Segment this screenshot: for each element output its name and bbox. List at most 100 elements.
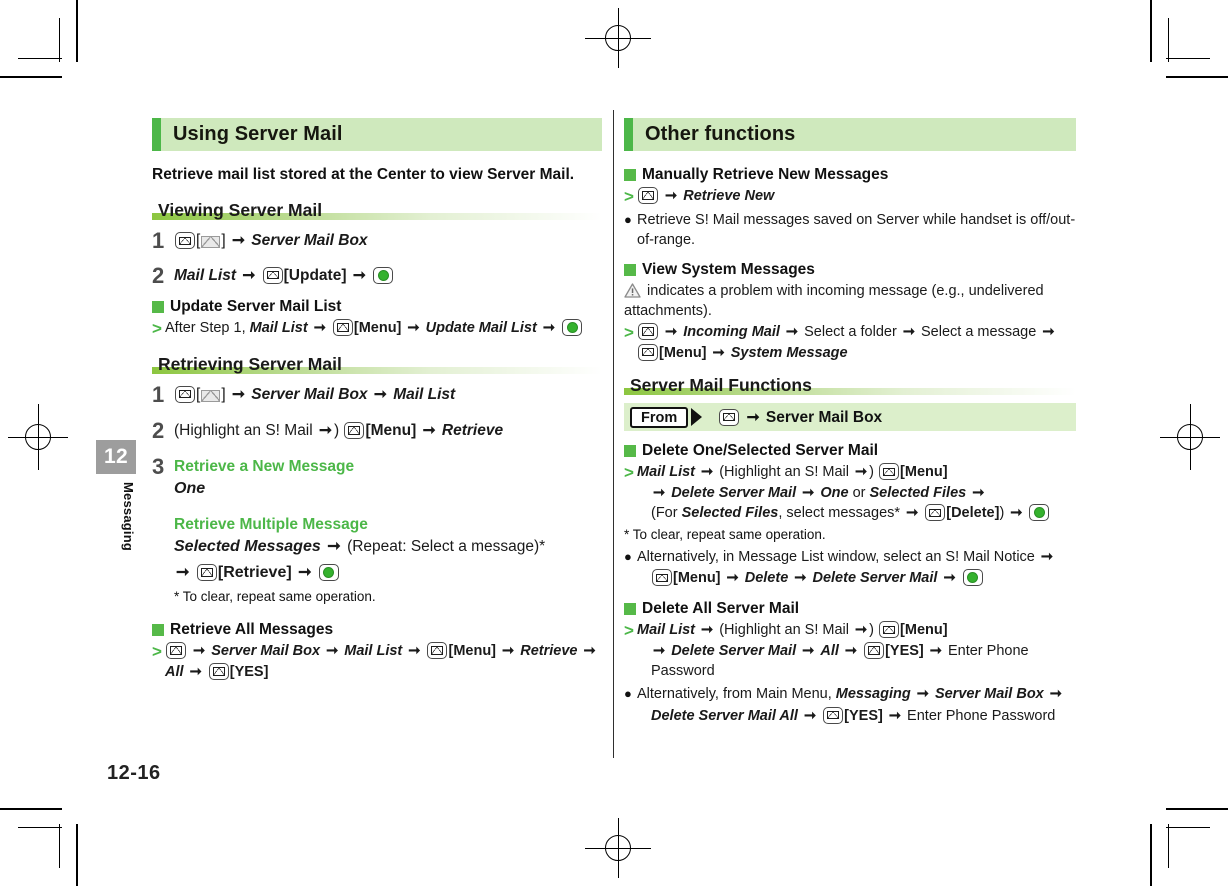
mail-key-icon (196, 564, 217, 581)
step-2-retrieving: 2 (Highlight an S! Mail ➞) [Menu] ➞ Retr… (152, 418, 602, 443)
arrow-icon: ➞ (352, 266, 366, 284)
op-arrow-marker: > (152, 319, 162, 339)
op-line-body: ➞ Retrieve New (637, 186, 1076, 207)
arrow-icon: ➞ (231, 232, 245, 250)
step3-footnote: * To clear, repeat same operation. (174, 589, 376, 605)
green-square-bullet (624, 445, 636, 458)
step-number: 1 (152, 381, 165, 407)
lead-paragraph: Retrieve mail list stored at the Center … (152, 166, 575, 183)
option-b-title: Retrieve Multiple Message (174, 515, 368, 533)
mail-key-icon (823, 706, 844, 724)
softkey-label-menu: [Menu] (448, 643, 496, 660)
from-bar: From ➞ Server Mail Box (624, 403, 1076, 432)
section-banner-other-functions: Other functions (624, 118, 1076, 151)
banner-accent-bar (624, 118, 633, 151)
warning-triangle-icon (624, 283, 641, 298)
subhead-viewing-server-mail: Viewing Server Mail (152, 200, 602, 221)
from-pointer-icon (691, 408, 703, 427)
green-heading-view-system-messages: View System Messages (624, 260, 1076, 280)
chapter-name: Messaging (121, 481, 136, 551)
step-body: Mail List ➞ [Update] ➞ (174, 263, 602, 286)
green-heading-delete-all-server-mail: Delete All Server Mail (624, 599, 1076, 619)
mail-key-icon (166, 642, 186, 660)
op-line-system-message: > ➞ Incoming Mail ➞ Select a folder ➞ Se… (624, 322, 1076, 363)
banner-title: Other functions (645, 123, 796, 145)
op-line-body: After Step 1, Mail List ➞ [Menu] ➞ Updat… (165, 318, 602, 339)
system-message-note-text: indicates a problem with incoming messag… (624, 282, 1044, 320)
step-number: 1 (152, 228, 165, 254)
mail-key-icon (208, 662, 229, 680)
mail-key-icon (344, 421, 365, 439)
green-square-bullet (152, 623, 164, 636)
step-number: 2 (152, 417, 165, 443)
green-heading-delete-one-selected: Delete One/Selected Server Mail (624, 441, 1076, 461)
center-key-icon (1029, 504, 1050, 522)
green-heading-update-server-mail-list: Update Server Mail List (152, 297, 602, 317)
step-number: 3 (152, 454, 165, 480)
softkey-label-menu: [Menu] (900, 622, 948, 639)
mail-key-icon (925, 504, 946, 522)
mail-key-icon (332, 319, 353, 337)
op-arrow-marker: > (624, 621, 634, 641)
subhead-server-mail-functions: Server Mail Functions (624, 375, 1076, 396)
column-divider (613, 110, 614, 758)
softkey-label-yes: [YES] (844, 707, 883, 724)
banner-accent-bar (152, 118, 161, 151)
mail-key-icon (262, 266, 283, 284)
op-line-body: ➞ Server Mail Box ➞ Mail List ➞ [Menu] ➞… (165, 642, 596, 680)
bullet-cont: [Menu] ➞ Delete ➞ Delete Server Mail ➞ (637, 568, 1076, 589)
delete-footnote: * To clear, repeat same operation. (624, 527, 826, 543)
chapter-number: 12 (96, 440, 136, 474)
subhead-retrieving-server-mail: Retrieving Server Mail (152, 354, 602, 375)
mail-key-icon (175, 385, 195, 403)
step-3-retrieving: 3 Retrieve a New Message One Retrieve Mu… (152, 454, 602, 609)
bullet-delete-all-alternative: ● Alternatively, from Main Menu, Messagi… (624, 684, 1076, 726)
from-label: From (630, 406, 689, 428)
option-b-value: Selected Messages ➞ (Repeat: Select a me… (174, 537, 546, 555)
step-body: [] ➞ Server Mail Box (174, 228, 602, 251)
op-line-delete-one-selected: > Mail List ➞ (Highlight an S! Mail ➞) [… (624, 462, 1076, 524)
system-message-note: indicates a problem with incoming messag… (624, 281, 1076, 322)
green-square-bullet (624, 169, 636, 181)
op-line-update-mail-list: > After Step 1, Mail List ➞ [Menu] ➞ Upd… (152, 318, 602, 339)
step-number: 2 (152, 262, 165, 288)
op-arrow-marker: > (624, 322, 634, 342)
softkey-label-menu: [Menu] (673, 570, 721, 587)
softkey-label-delete: [Delete] (946, 505, 1000, 522)
option-a-title: Retrieve a New Message (174, 458, 355, 476)
mail-key-icon (175, 232, 195, 250)
step-body: Retrieve a New Message One Retrieve Mult… (174, 454, 602, 609)
subhead-text: Retrieving Server Mail (158, 353, 342, 374)
green-heading-text: Delete One/Selected Server Mail (642, 442, 879, 460)
step-1-viewing: 1 [] ➞ Server Mail Box (152, 228, 602, 253)
softkey-label-menu: [Menu] (353, 320, 402, 337)
menu-item-mail-list: Mail List (174, 266, 237, 284)
option-b-line2: ➞ [Retrieve] ➞ (174, 562, 602, 584)
softkey-label-update: [Update] (283, 266, 347, 284)
envelope-icon (201, 389, 221, 402)
left-column: Using Server Mail Retrieve mail list sto… (152, 118, 602, 684)
step-body: [] ➞ Server Mail Box ➞ Mail List (174, 382, 602, 405)
softkey-label-yes: [YES] (229, 663, 269, 680)
mail-key-icon (638, 343, 658, 361)
green-heading-text: Retrieve All Messages (170, 620, 334, 638)
subhead-text: Server Mail Functions (630, 375, 812, 396)
bullet-delete-alternative: ● Alternatively, in Message List window,… (624, 547, 1076, 589)
op-line-body: Mail List ➞ (Highlight an S! Mail ➞) [Me… (637, 620, 1076, 682)
mail-key-icon (719, 408, 740, 426)
arrow-icon: ➞ (242, 266, 256, 284)
green-heading-manually-retrieve: Manually Retrieve New Messages (624, 165, 1076, 185)
option-a-value: One (174, 480, 206, 498)
green-heading-text: Delete All Server Mail (642, 600, 800, 618)
softkey-label-retrieve: [Retrieve] (217, 564, 292, 581)
green-heading-retrieve-all-messages: Retrieve All Messages (152, 620, 602, 640)
bullet-dot-icon: ● (624, 685, 632, 701)
op-line-retrieve-new: > ➞ Retrieve New (624, 186, 1076, 207)
mail-key-icon (638, 187, 658, 205)
op-line-body: Mail List ➞ (Highlight an S! Mail ➞) [Me… (637, 462, 1076, 524)
page-number: 12-16 (107, 762, 161, 784)
center-key-icon (318, 564, 339, 581)
mail-key-icon (879, 463, 900, 481)
green-heading-text: Manually Retrieve New Messages (642, 166, 889, 183)
banner-title: Using Server Mail (173, 123, 343, 145)
